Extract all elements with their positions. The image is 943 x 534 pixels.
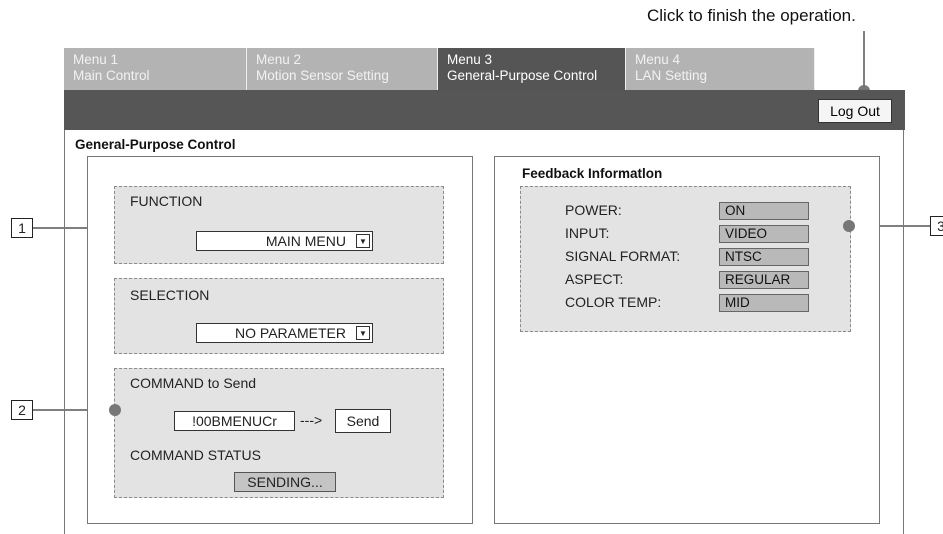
tab-menu-2[interactable]: Menu 2 Motion Sensor Setting — [247, 48, 438, 90]
tab-menu-3-label: General-Purpose Control — [447, 68, 598, 83]
status-label: COMMAND STATUS — [130, 447, 261, 463]
chevron-down-icon[interactable]: ▼ — [356, 234, 370, 248]
status-value: SENDING... — [234, 472, 336, 492]
function-select-value: MAIN MENU — [265, 233, 346, 249]
page-title: General-Purpose Control — [75, 137, 236, 152]
tab-menu-1-label: Main Control — [73, 68, 150, 83]
feedback-label-color-temp: COLOR TEMP: — [565, 294, 662, 310]
selection-label: SELECTION — [130, 287, 210, 303]
feedback-label-input: INPUT: — [565, 225, 610, 241]
feedback-value-input: VIDEO — [719, 225, 809, 243]
feedback-value-signal-format: NTSC — [719, 248, 809, 266]
feedback-value-power: ON — [719, 202, 809, 220]
tab-menu-3-number: Menu 3 — [447, 52, 493, 67]
command-input[interactable]: !00BMENUCr — [174, 411, 295, 431]
chevron-down-icon[interactable]: ▼ — [356, 326, 370, 340]
callout-number-1: 1 — [11, 218, 33, 238]
feedback-title: Feedback Informatlon — [522, 166, 663, 181]
selection-select-value: NO PARAMETER — [235, 325, 346, 341]
tab-menu-1-number: Menu 1 — [73, 52, 119, 67]
selection-group: SELECTION NO PARAMETER ▼ — [114, 278, 444, 354]
selection-select[interactable]: NO PARAMETER ▼ — [196, 323, 373, 343]
command-group: COMMAND to Send !00BMENUCr ---> Send COM… — [114, 368, 444, 498]
function-label: FUNCTION — [130, 193, 203, 209]
tab-menu-3[interactable]: Menu 3 General-Purpose Control — [438, 48, 626, 90]
callout-dot-icon — [109, 404, 121, 416]
callout-number-3: 3 — [930, 216, 943, 236]
header-bar — [64, 90, 905, 130]
callout-dot-icon — [843, 220, 855, 232]
function-group: FUNCTION MAIN MENU ▼ — [114, 186, 444, 264]
feedback-value-color-temp: MID — [719, 294, 809, 312]
tab-menu-4[interactable]: Menu 4 LAN Setting — [626, 48, 815, 90]
logout-button[interactable]: Log Out — [818, 99, 892, 123]
tab-menu-4-label: LAN Setting — [635, 68, 708, 83]
feedback-value-aspect: REGULAR — [719, 271, 809, 289]
feedback-group: POWER: ON INPUT: VIDEO SIGNAL FORMAT: NT… — [520, 186, 851, 332]
tab-menu-2-label: Motion Sensor Setting — [256, 68, 389, 83]
arrow-text: ---> — [300, 412, 323, 428]
feedback-label-aspect: ASPECT: — [565, 271, 624, 287]
tab-menu-1[interactable]: Menu 1 Main Control — [64, 48, 247, 90]
function-select[interactable]: MAIN MENU ▼ — [196, 231, 373, 251]
tab-menu-4-number: Menu 4 — [635, 52, 681, 67]
feedback-label-signal-format: SIGNAL FORMAT: — [565, 248, 681, 264]
send-button[interactable]: Send — [335, 409, 391, 433]
tab-menu-2-number: Menu 2 — [256, 52, 302, 67]
feedback-label-power: POWER: — [565, 202, 622, 218]
callout-number-2: 2 — [11, 400, 33, 420]
command-label: COMMAND to Send — [130, 375, 257, 391]
